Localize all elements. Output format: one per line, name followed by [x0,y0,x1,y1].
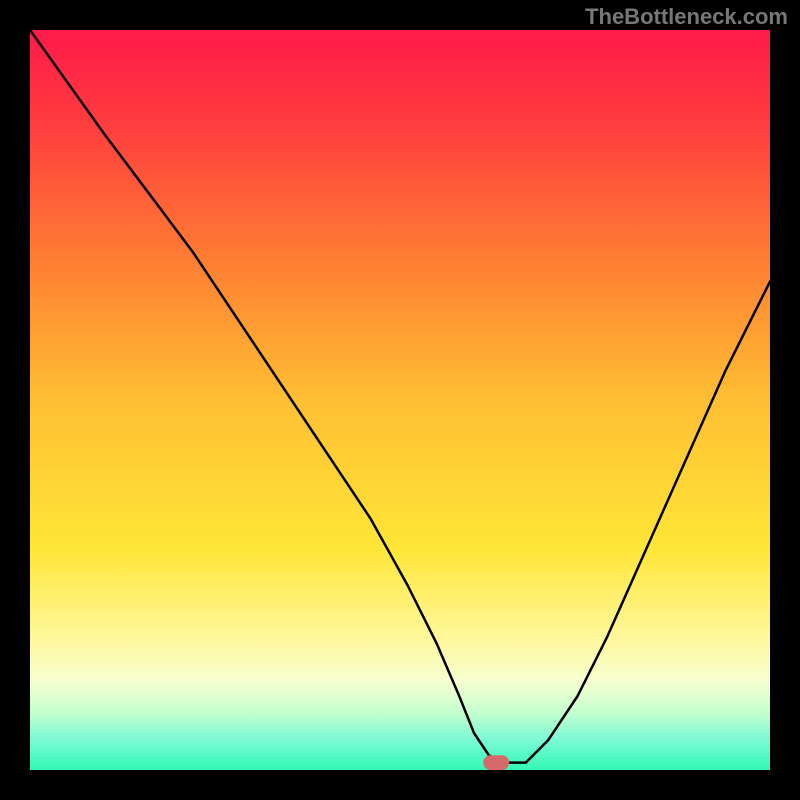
bottleneck-chart: TheBottleneck.com [0,0,800,800]
chart-svg [0,0,800,800]
chart-gradient-bg [30,30,770,770]
watermark-text: TheBottleneck.com [585,4,788,30]
marker-optimal-point [483,755,509,770]
